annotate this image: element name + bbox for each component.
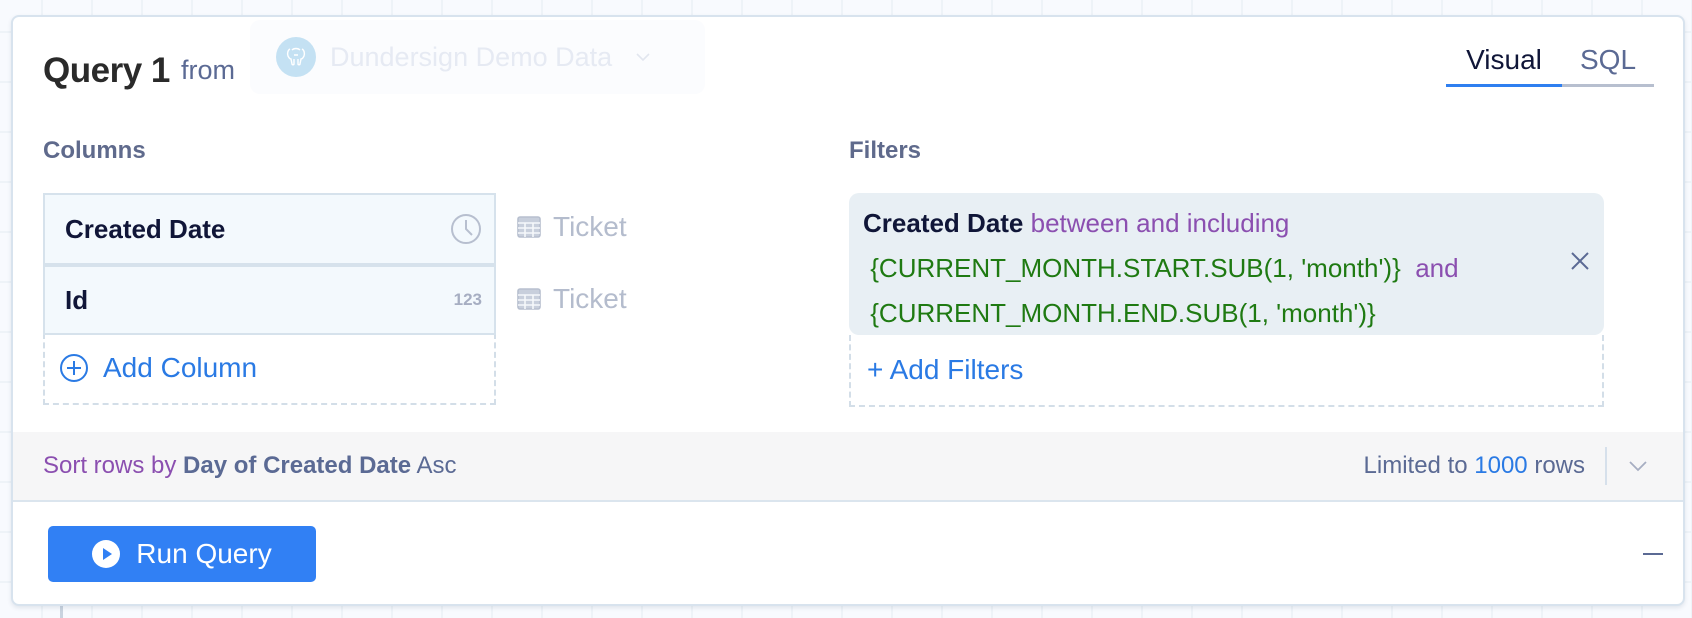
filter-value-end: {CURRENT_MONTH.END.SUB(1, 'month')} — [870, 298, 1376, 328]
from-label: from — [181, 55, 235, 85]
run-query-label: Run Query — [136, 538, 272, 569]
filter-joiner: and — [1415, 253, 1459, 283]
column-list: Created Date Id 123 Add Column — [43, 193, 496, 405]
clock-icon — [451, 214, 481, 244]
filter-field: Created Date — [863, 208, 1024, 238]
table-icon — [517, 288, 541, 310]
sort-prefix: Sort rows by — [43, 452, 177, 479]
datasource-name: Dundersign Demo Data — [330, 41, 613, 72]
limit-value: 1000 — [1474, 452, 1528, 479]
chevron-down-icon[interactable] — [1629, 460, 1647, 472]
add-filters-button[interactable]: + Add Filters — [849, 335, 1604, 407]
query-mode-tabs: Visual SQL — [1446, 35, 1654, 87]
filters-heading: Filters — [849, 137, 922, 164]
add-column-button[interactable]: Add Column — [43, 333, 496, 405]
column-table-source: Ticket — [517, 211, 627, 243]
column-name: Id — [65, 284, 89, 315]
plus-circle-icon — [60, 354, 88, 382]
columns-heading: Columns — [43, 137, 146, 164]
play-icon — [92, 540, 121, 568]
table-icon — [517, 216, 541, 238]
tab-visual[interactable]: Visual — [1446, 35, 1562, 87]
divider — [1605, 447, 1607, 485]
column-item[interactable]: Created Date — [43, 193, 496, 265]
add-column-label: Add Column — [103, 352, 258, 383]
sort-direction: Asc — [416, 452, 457, 479]
limit-prefix: Limited to — [1363, 452, 1468, 479]
query-title: Query 1 — [43, 51, 170, 90]
column-table-source: Ticket — [517, 283, 627, 315]
column-item[interactable]: Id 123 — [43, 263, 496, 335]
number-icon: 123 — [453, 290, 482, 309]
filter-operator: between and including — [1030, 208, 1290, 238]
filter-value-start: {CURRENT_MONTH.START.SUB(1, 'month')} — [870, 253, 1401, 283]
column-name: Created Date — [65, 213, 226, 244]
table-name: Ticket — [553, 283, 627, 314]
collapse-icon[interactable] — [1643, 547, 1663, 561]
tab-sql[interactable]: SQL — [1562, 35, 1654, 87]
postgresql-elephant-icon — [276, 37, 316, 77]
sort-bar: Sort rows by Day of Created Date Asc Lim… — [13, 432, 1683, 502]
sort-field: Day of Created Date — [183, 452, 412, 479]
sort-rows-control[interactable]: Sort rows by Day of Created Date Asc — [43, 452, 1364, 480]
limit-suffix: rows — [1534, 452, 1585, 479]
filter-item[interactable]: Created Date between and including {CURR… — [849, 193, 1604, 335]
row-limit[interactable]: Limited to 1000 rows — [1364, 452, 1585, 480]
query-header: Query 1 from Dundersign Demo Data Visual… — [13, 17, 1683, 117]
run-query-button[interactable]: Run Query — [48, 526, 316, 582]
chevron-down-icon — [636, 53, 650, 62]
datasource-dropdown[interactable]: Dundersign Demo Data — [250, 20, 705, 94]
close-icon[interactable] — [1570, 251, 1590, 271]
query-card: Query 1 from Dundersign Demo Data Visual… — [11, 15, 1685, 606]
table-name: Ticket — [553, 211, 627, 242]
